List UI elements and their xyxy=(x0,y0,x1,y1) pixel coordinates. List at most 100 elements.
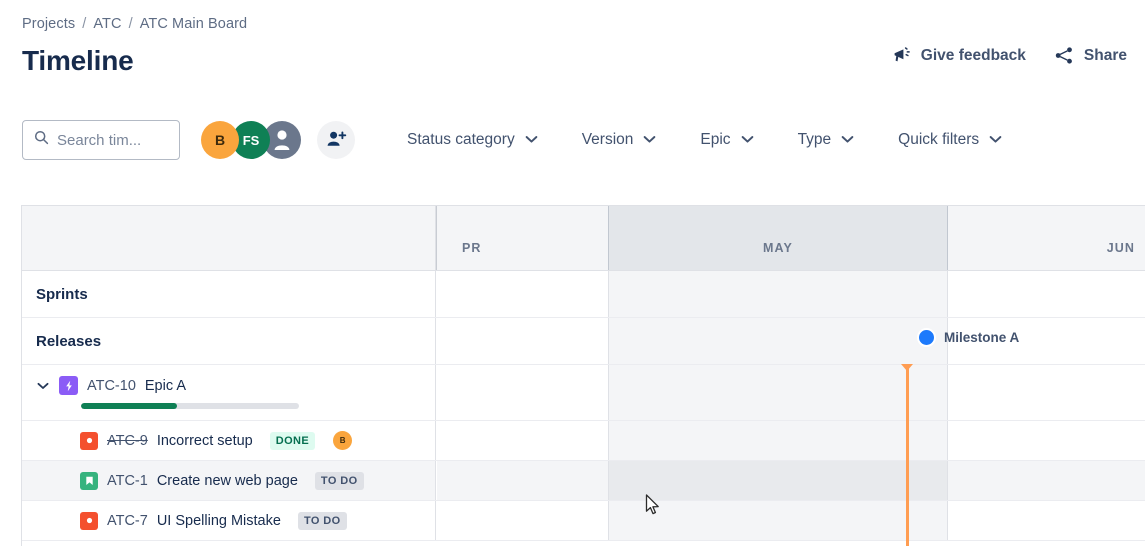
breadcrumb-item-projects[interactable]: Projects xyxy=(22,16,75,32)
filter-label: Status category xyxy=(407,131,515,149)
epic-key[interactable]: ATC-10 xyxy=(87,378,136,394)
avatar-initials: B xyxy=(340,436,346,445)
row-cell-jun xyxy=(948,365,1145,420)
month-column-may xyxy=(608,206,948,270)
issue-summary[interactable]: UI Spelling Mistake xyxy=(157,513,281,529)
section-label-releases: Releases xyxy=(36,333,101,350)
timeline-row-epic[interactable]: ATC-10 Epic A xyxy=(22,365,1145,421)
breadcrumb-item-atc-main-board[interactable]: ATC Main Board xyxy=(140,16,248,32)
chevron-down-icon xyxy=(741,131,754,149)
row-cell-apr xyxy=(437,271,608,317)
chevron-down-icon[interactable] xyxy=(36,382,50,390)
issue-key[interactable]: ATC-9 xyxy=(107,433,148,449)
chevron-down-icon xyxy=(643,131,656,149)
today-marker-line xyxy=(906,364,909,546)
timeline-row-issue[interactable]: ATC-7 UI Spelling Mistake TO DO xyxy=(22,501,1145,541)
chevron-down-icon xyxy=(841,131,854,149)
timeline-row-issue[interactable]: ATC-9 Incorrect setup DONE B xyxy=(22,421,1145,461)
status-badge[interactable]: TO DO xyxy=(315,472,364,490)
share-button[interactable]: Share xyxy=(1054,46,1127,65)
toolbar: B FS xyxy=(22,120,1024,160)
filter-epic[interactable]: Epic xyxy=(678,131,775,149)
megaphone-icon xyxy=(892,46,912,65)
row-cell-jun xyxy=(948,421,1145,460)
filter-type[interactable]: Type xyxy=(776,131,877,149)
breadcrumb-separator: / xyxy=(129,16,133,32)
row-cell-may xyxy=(608,421,948,460)
month-label-jun: JUN xyxy=(1107,241,1135,255)
avatar[interactable]: B xyxy=(333,431,352,450)
milestone-label: Milestone A xyxy=(944,330,1019,345)
issue-summary[interactable]: Incorrect setup xyxy=(157,433,253,449)
epic-summary[interactable]: Epic A xyxy=(145,378,186,394)
row-cell-jun xyxy=(948,501,1145,540)
month-columns-background xyxy=(22,206,1145,270)
avatar-initials: FS xyxy=(243,133,260,148)
story-icon xyxy=(80,472,98,490)
chevron-down-icon xyxy=(525,131,538,149)
month-label-may: MAY xyxy=(608,241,948,255)
search-timeline-box[interactable] xyxy=(22,120,180,160)
filter-label: Type xyxy=(798,131,832,149)
bug-icon xyxy=(80,432,98,450)
search-input[interactable] xyxy=(57,132,168,149)
section-label-sprints: Sprints xyxy=(36,286,88,303)
row-cell-jun xyxy=(948,271,1145,317)
status-badge[interactable]: DONE xyxy=(270,432,315,450)
add-person-button[interactable] xyxy=(317,121,355,159)
milestone-dot-icon xyxy=(917,328,936,347)
filter-quick-filters[interactable]: Quick filters xyxy=(876,131,1024,149)
avatar-group: B FS xyxy=(201,121,355,159)
epic-progress-fill xyxy=(81,403,177,409)
epic-icon xyxy=(59,376,78,395)
search-icon xyxy=(34,130,49,150)
row-cell-may xyxy=(608,271,948,317)
row-cell-apr xyxy=(437,501,608,540)
header-divider xyxy=(436,206,437,270)
filter-label: Version xyxy=(582,131,634,149)
epic-content: ATC-10 Epic A xyxy=(22,376,436,409)
issue-content: ATC-9 Incorrect setup DONE B xyxy=(22,431,436,450)
filter-version[interactable]: Version xyxy=(560,131,679,149)
chevron-down-icon xyxy=(989,131,1002,149)
give-feedback-button[interactable]: Give feedback xyxy=(892,46,1026,65)
row-cell-may xyxy=(608,318,948,364)
filter-group: Status category Version Epic Type xyxy=(385,131,1024,149)
header-actions: Give feedback Share xyxy=(892,46,1127,65)
month-label-apr: PR xyxy=(462,241,482,255)
filter-label: Quick filters xyxy=(898,131,979,149)
month-column-jun xyxy=(948,206,1145,270)
issue-key[interactable]: ATC-1 xyxy=(107,473,148,489)
timeline-row-issue[interactable]: ATC-1 Create new web page TO DO xyxy=(22,461,1145,501)
avatar-initials: B xyxy=(215,132,225,148)
mouse-cursor xyxy=(645,494,661,521)
timeline-page: Projects / ATC / ATC Main Board Timeline… xyxy=(0,0,1145,546)
person-icon xyxy=(267,124,297,157)
breadcrumb-separator: / xyxy=(82,16,86,32)
issue-key[interactable]: ATC-7 xyxy=(107,513,148,529)
row-cell-apr xyxy=(437,318,608,364)
share-icon xyxy=(1054,46,1075,65)
issue-content: ATC-1 Create new web page TO DO xyxy=(22,472,436,490)
row-cell-apr xyxy=(437,461,608,500)
filter-status-category[interactable]: Status category xyxy=(385,131,560,149)
epic-header-line: ATC-10 Epic A xyxy=(36,376,436,395)
timeline-row-sprints[interactable]: Sprints xyxy=(22,271,1145,318)
timeline-grid: PR MAY JUN Sprints xyxy=(21,205,1145,546)
timeline-rows: Sprints Releases xyxy=(22,271,1145,546)
bug-icon xyxy=(80,512,98,530)
avatar[interactable]: B xyxy=(201,121,239,159)
status-badge[interactable]: TO DO xyxy=(298,512,347,530)
add-person-icon xyxy=(325,129,347,152)
row-cell-apr xyxy=(437,365,608,420)
issue-summary[interactable]: Create new web page xyxy=(157,473,298,489)
row-cell-jun xyxy=(948,461,1145,500)
row-cell-may xyxy=(608,365,948,420)
sprints-label-wrap: Sprints xyxy=(22,286,436,303)
share-label: Share xyxy=(1084,47,1127,65)
milestone-marker[interactable]: Milestone A xyxy=(927,328,1019,347)
breadcrumb-item-atc[interactable]: ATC xyxy=(93,16,121,32)
give-feedback-label: Give feedback xyxy=(921,47,1026,65)
epic-progress-bar xyxy=(81,403,299,409)
row-cell-apr xyxy=(437,421,608,460)
